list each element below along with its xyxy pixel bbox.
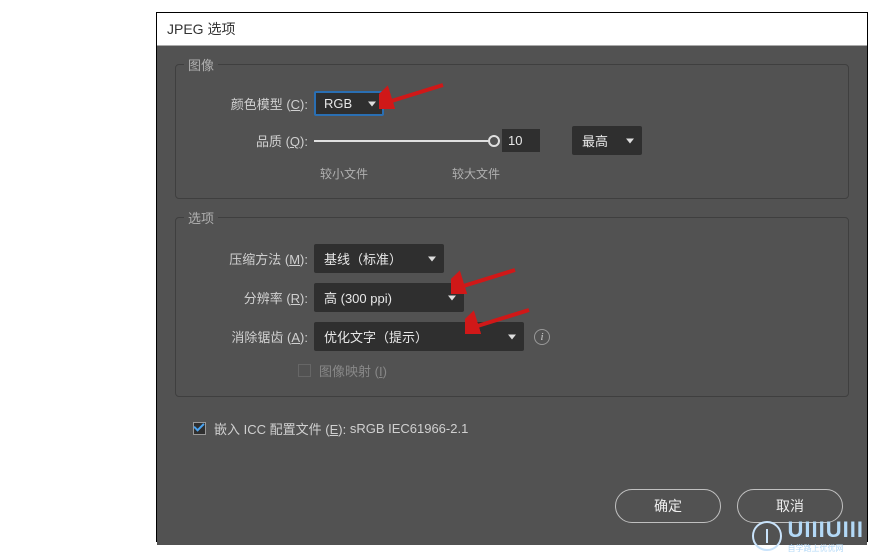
compression-value: 基线（标准）	[324, 249, 402, 268]
resolution-value: 高 (300 ppi)	[324, 288, 392, 307]
watermark-logo: UIIIUIII 自学路上优优网	[752, 517, 864, 554]
embed-icc-profile: sRGB IEC61966-2.1	[350, 421, 469, 436]
logo-tagline: 自学路上优优网	[788, 543, 864, 554]
image-group: 图像 颜色模型 (C): RGB 品质 (Q):	[175, 64, 849, 199]
resolution-select[interactable]: 高 (300 ppi)	[314, 283, 464, 312]
quality-label: 品质 (Q):	[192, 131, 314, 150]
color-model-row: 颜色模型 (C): RGB	[192, 91, 832, 116]
dialog-titlebar[interactable]: JPEG 选项	[157, 13, 867, 46]
quality-input[interactable]	[502, 129, 540, 152]
compression-row: 压缩方法 (M): 基线（标准）	[192, 244, 832, 273]
embed-icc-label: 嵌入 ICC 配置文件 (E):	[214, 419, 346, 438]
jpeg-options-dialog: JPEG 选项 图像 颜色模型 (C): RGB 品质 (Q):	[156, 12, 868, 542]
chevron-down-icon	[508, 334, 516, 339]
color-model-value: RGB	[324, 96, 352, 111]
compression-select[interactable]: 基线（标准）	[314, 244, 444, 273]
quality-min-label: 较小文件	[320, 165, 368, 182]
compression-label: 压缩方法 (M):	[192, 249, 314, 268]
imagemap-row: 图像映射 (I)	[298, 361, 832, 380]
embed-icc-checkbox[interactable]	[193, 422, 206, 435]
dialog-title: JPEG 选项	[167, 21, 235, 37]
imagemap-label: 图像映射 (I)	[319, 361, 387, 380]
options-group-title: 选项	[184, 208, 218, 227]
options-group: 选项 压缩方法 (M): 基线（标准） 分辨率 (R): 高 (300 ppi)	[175, 217, 849, 397]
image-group-title: 图像	[184, 55, 218, 74]
quality-max-label: 较大文件	[452, 165, 500, 182]
antialias-label: 消除锯齿 (A):	[192, 327, 314, 346]
antialias-select[interactable]: 优化文字（提示）	[314, 322, 524, 351]
quality-row: 品质 (Q): 最高	[192, 126, 832, 155]
chevron-down-icon	[368, 101, 376, 106]
antialias-value: 优化文字（提示）	[324, 327, 428, 346]
chevron-down-icon	[428, 256, 436, 261]
resolution-row: 分辨率 (R): 高 (300 ppi)	[192, 283, 832, 312]
quality-slider-labels: 较小文件 较大文件	[320, 165, 500, 182]
imagemap-checkbox[interactable]	[298, 364, 311, 377]
quality-slider[interactable]	[314, 140, 494, 142]
quality-preset-value: 最高	[582, 131, 608, 150]
logo-text: UIIIUIII	[788, 517, 864, 543]
info-icon[interactable]: i	[534, 329, 550, 345]
quality-slider-wrap: 最高	[314, 126, 642, 155]
dialog-body: 图像 颜色模型 (C): RGB 品质 (Q):	[157, 46, 867, 545]
chevron-down-icon	[448, 295, 456, 300]
resolution-label: 分辨率 (R):	[192, 288, 314, 307]
chevron-down-icon	[626, 138, 634, 143]
color-model-select[interactable]: RGB	[314, 91, 384, 116]
ok-button[interactable]: 确定	[615, 489, 721, 523]
embed-icc-row: 嵌入 ICC 配置文件 (E): sRGB IEC61966-2.1	[193, 419, 849, 438]
quality-preset-select[interactable]: 最高	[572, 126, 642, 155]
color-model-label: 颜色模型 (C):	[192, 94, 314, 113]
logo-mark-icon	[752, 521, 782, 551]
antialias-row: 消除锯齿 (A): 优化文字（提示） i	[192, 322, 832, 351]
slider-thumb-icon[interactable]	[488, 135, 500, 147]
